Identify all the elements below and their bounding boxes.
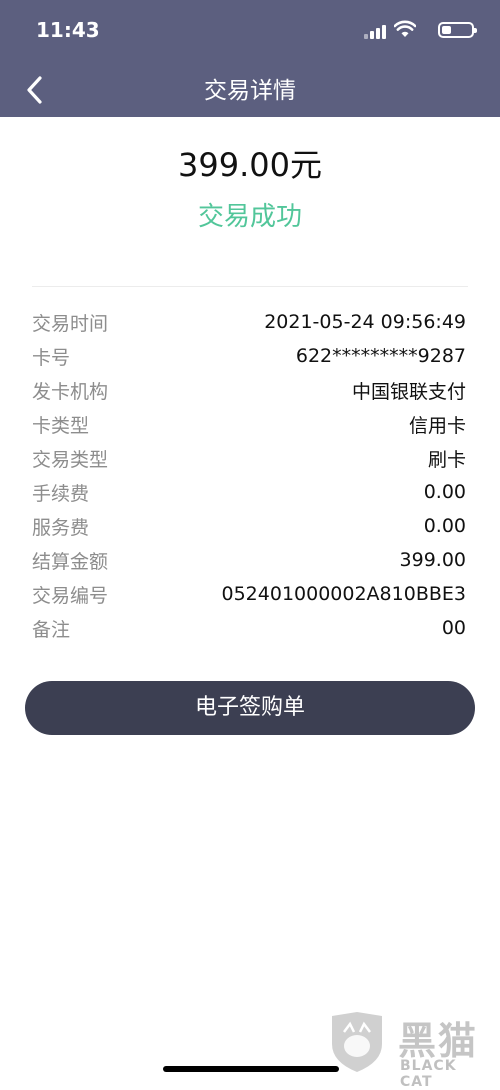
detail-row-transaction-type: 交易类型 刷卡 (32, 441, 466, 475)
header-bar: 11:43 交易详情 (0, 0, 500, 117)
wifi-icon (394, 20, 416, 37)
divider (32, 286, 468, 287)
detail-row-service-fee: 服务费 0.00 (32, 509, 466, 543)
home-indicator[interactable] (163, 1066, 339, 1072)
watermark: 黑猫 BLACK CAT (328, 1010, 488, 1090)
detail-value: 399.00 (399, 549, 466, 571)
detail-row-remark: 备注 00 (32, 611, 466, 645)
detail-label: 卡号 (32, 346, 71, 369)
detail-label: 手续费 (32, 482, 90, 505)
detail-row-settlement-amount: 结算金额 399.00 (32, 543, 466, 577)
detail-value: 0.00 (423, 481, 466, 503)
detail-value: 0.00 (423, 515, 466, 537)
page-title: 交易详情 (204, 78, 296, 104)
detail-row-card-type: 卡类型 信用卡 (32, 407, 466, 441)
transaction-details: 交易时间 2021-05-24 09:56:49 卡号 622*********… (32, 305, 466, 645)
detail-row-issuer: 发卡机构 中国银联支付 (32, 373, 466, 407)
watermark-brand: 黑猫 (398, 1019, 479, 1063)
transaction-amount: 399.00元 (178, 146, 322, 184)
detail-row-time: 交易时间 2021-05-24 09:56:49 (32, 305, 466, 339)
detail-label: 交易类型 (32, 448, 109, 471)
detail-value: 622*********9287 (295, 345, 466, 367)
detail-row-handling-fee: 手续费 0.00 (32, 475, 466, 509)
detail-row-card-number: 卡号 622*********9287 (32, 339, 466, 373)
detail-label: 结算金额 (32, 550, 109, 573)
detail-label: 交易时间 (32, 312, 109, 335)
detail-value: 052401000002A810BBE3 (221, 583, 467, 605)
detail-label: 卡类型 (32, 414, 90, 437)
detail-value: 00 (441, 617, 466, 639)
detail-row-transaction-id: 交易编号 052401000002A810BBE3 (32, 577, 466, 611)
battery-icon (438, 22, 477, 38)
detail-label: 备注 (32, 618, 71, 641)
detail-label: 服务费 (32, 516, 90, 539)
status-time: 11:43 (36, 18, 100, 42)
signal-icon (364, 23, 386, 39)
watermark-subtitle: BLACK CAT (400, 1058, 457, 1090)
detail-value: 信用卡 (408, 414, 466, 437)
detail-value: 中国银联支付 (351, 380, 466, 403)
detail-label: 发卡机构 (32, 380, 109, 403)
transaction-status: 交易成功 (197, 202, 302, 232)
detail-value: 2021-05-24 09:56:49 (264, 311, 466, 333)
detail-label: 交易编号 (32, 584, 109, 607)
e-receipt-button[interactable]: 电子签购单 (25, 681, 475, 735)
detail-value: 刷卡 (427, 448, 466, 471)
status-icons (354, 20, 477, 42)
black-cat-logo-icon (332, 1012, 382, 1072)
